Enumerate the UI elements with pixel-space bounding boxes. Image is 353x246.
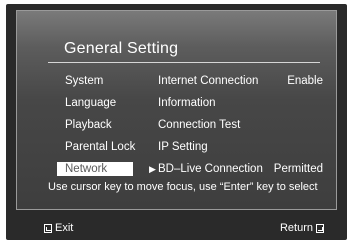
play-arrow-icon: ▶	[149, 164, 156, 174]
return-label: Return	[279, 222, 313, 234]
option-internet-connection[interactable]: Internet Connection Enable	[158, 70, 323, 92]
return-key-icon	[316, 223, 324, 233]
help-text: Use cursor key to move focus, use “Enter…	[48, 181, 318, 193]
menu-item-parental-lock[interactable]: Parental Lock	[65, 136, 135, 158]
option-label: BD–Live Connection	[158, 163, 263, 175]
menu-item-playback[interactable]: Playback	[65, 114, 135, 136]
option-value: Enable	[287, 75, 323, 87]
menu-item-system[interactable]: System	[65, 70, 135, 92]
exit-label: Exit	[55, 222, 74, 234]
option-label: Information	[158, 97, 216, 109]
exit-button[interactable]: Exit	[44, 222, 73, 234]
menu-item-language[interactable]: Language	[65, 92, 135, 114]
option-value: Permitted	[273, 163, 323, 175]
option-label: IP Setting	[158, 141, 208, 153]
return-button[interactable]: Return	[280, 222, 324, 234]
option-ip-setting[interactable]: IP Setting	[158, 136, 323, 158]
option-connection-test[interactable]: Connection Test	[158, 114, 323, 136]
category-menu: System Language Playback Parental Lock N…	[57, 70, 135, 176]
page-title: General Setting	[64, 40, 179, 57]
menu-item-network[interactable]: Network	[57, 162, 133, 176]
title-divider	[48, 62, 320, 63]
option-label: Internet Connection	[158, 75, 259, 87]
option-information[interactable]: Information	[158, 92, 323, 114]
option-bd-live-connection[interactable]: ▶ BD–Live Connection Permitted	[149, 158, 323, 180]
network-options: Internet Connection Enable Information C…	[149, 70, 323, 180]
exit-key-icon	[44, 223, 52, 233]
option-label: Connection Test	[158, 119, 241, 131]
